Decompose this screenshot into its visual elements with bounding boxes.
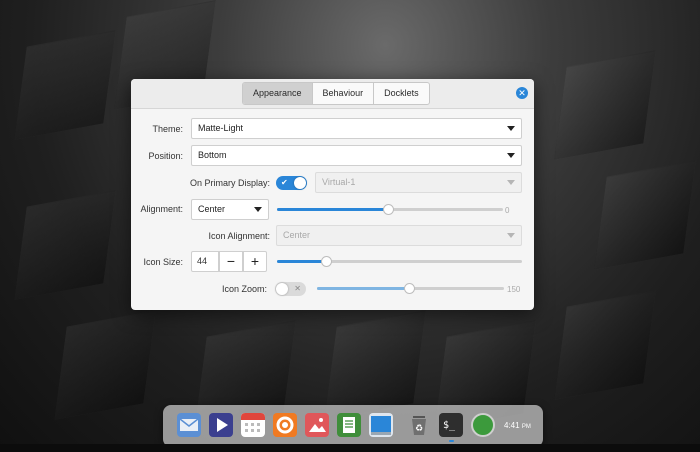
offset-value: 0	[505, 206, 510, 215]
offset-slider[interactable]	[277, 204, 503, 215]
icon-alignment-dropdown: Center	[276, 225, 522, 246]
media-player-icon[interactable]	[209, 413, 233, 437]
calendar-icon[interactable]	[241, 413, 265, 437]
icon-size-label: Icon Size:	[143, 257, 183, 267]
alignment-value: Center	[198, 204, 226, 214]
slider-fill	[277, 208, 388, 211]
icon-alignment-value: Center	[283, 230, 311, 240]
tab-bar: Appearance Behaviour Docklets	[242, 82, 430, 105]
svg-text:♻: ♻	[415, 423, 423, 433]
tab-appearance[interactable]: Appearance	[243, 83, 313, 104]
theme-value: Matte-Light	[198, 123, 244, 133]
icon-zoom-toggle[interactable]: ✕	[275, 282, 306, 296]
chevron-down-icon	[254, 207, 262, 212]
slider-handle	[403, 283, 415, 294]
svg-text:$_: $_	[443, 420, 456, 431]
settings-panel: Theme: Matte-Light Position: Bottom On P…	[131, 109, 534, 309]
toggle-knob	[294, 177, 306, 189]
icon-alignment-label: Icon Alignment:	[208, 231, 270, 241]
primary-display-toggle[interactable]: ✔	[276, 176, 307, 190]
status-indicator-icon[interactable]	[471, 413, 495, 437]
theme-dropdown[interactable]: Matte-Light	[191, 118, 522, 139]
x-icon: ✕	[294, 284, 301, 293]
chevron-down-icon	[507, 126, 515, 131]
increase-button[interactable]: +	[243, 251, 267, 272]
slider-handle[interactable]	[382, 204, 394, 215]
slider-handle[interactable]	[321, 256, 332, 267]
chevron-down-icon	[507, 233, 515, 238]
theme-label: Theme:	[152, 124, 183, 134]
clock-time: 4:41	[504, 421, 520, 430]
icon-size-slider[interactable]	[277, 256, 522, 267]
bottom-panel	[0, 444, 700, 452]
primary-display-value: Virtual-1	[322, 177, 356, 187]
alignment-dropdown[interactable]: Center	[191, 199, 269, 220]
position-value: Bottom	[198, 150, 227, 160]
dialog-titlebar: Appearance Behaviour Docklets ✕	[131, 79, 534, 109]
decrease-button[interactable]: −	[219, 251, 243, 272]
icon-zoom-value: 150	[507, 285, 521, 294]
clock: 4:41 PM	[504, 421, 531, 430]
slider-fill	[277, 260, 326, 263]
check-icon: ✔	[281, 178, 288, 187]
position-label: Position:	[148, 151, 183, 161]
close-icon[interactable]: ✕	[516, 87, 528, 99]
alignment-label: Alignment:	[140, 204, 183, 214]
running-indicator	[449, 440, 454, 442]
primary-display-label: On Primary Display:	[189, 178, 270, 188]
trash-icon[interactable]: ♻	[407, 413, 431, 437]
icon-size-input[interactable]: 44	[191, 251, 219, 272]
mail-icon[interactable]	[177, 413, 201, 437]
icon-zoom-slider	[317, 283, 504, 294]
dock: ♻ $_ 4:41 PM	[163, 405, 543, 447]
terminal-icon[interactable]: $_	[439, 413, 463, 437]
firefox-icon[interactable]	[273, 413, 297, 437]
primary-display-dropdown: Virtual-1	[315, 172, 522, 193]
tab-behaviour[interactable]: Behaviour	[313, 83, 375, 104]
slider-fill	[317, 287, 409, 290]
document-viewer-icon[interactable]	[337, 413, 361, 437]
icon-zoom-label: Icon Zoom:	[221, 284, 267, 294]
tab-docklets[interactable]: Docklets	[374, 83, 429, 104]
image-viewer-icon[interactable]	[305, 413, 329, 437]
dock-settings-dialog: Appearance Behaviour Docklets ✕ Theme: M…	[131, 79, 534, 310]
desktop-icon[interactable]	[369, 413, 393, 437]
position-dropdown[interactable]: Bottom	[191, 145, 522, 166]
chevron-down-icon	[507, 180, 515, 185]
toggle-knob	[276, 283, 288, 295]
clock-ampm: PM	[521, 424, 531, 430]
chevron-down-icon	[507, 153, 515, 158]
